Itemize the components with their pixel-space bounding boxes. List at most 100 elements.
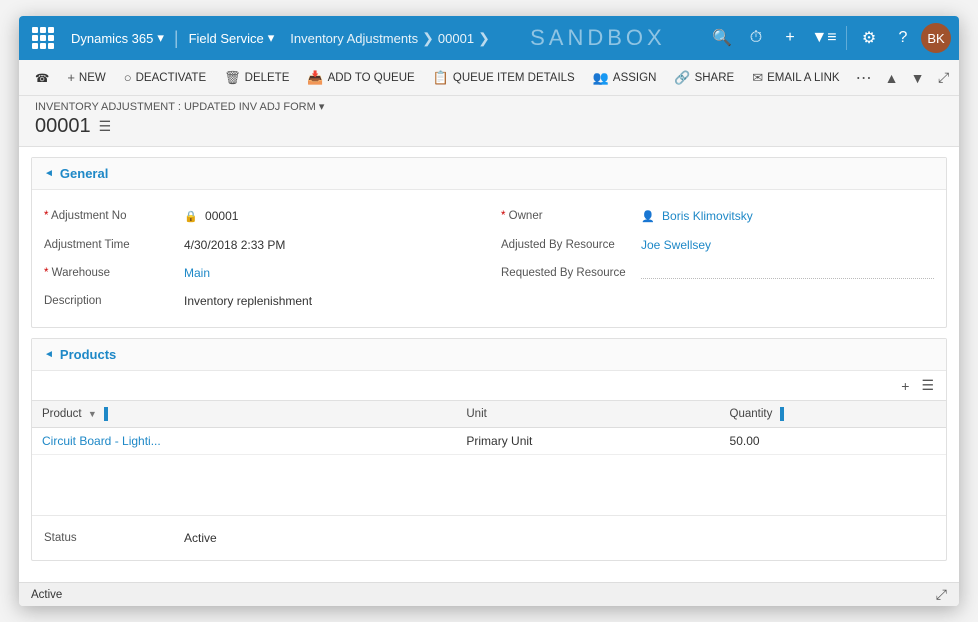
breadcrumb-sep-1: ❯ [422,30,434,47]
nav-down-icon[interactable]: ▼ [906,66,930,90]
requested-by-resource-label: Requested By Resource [501,263,641,283]
general-section-header[interactable]: ◄ General [32,158,946,190]
new-nav-icon[interactable]: + [774,22,806,54]
assign-label: ASSIGN [613,72,656,84]
module-chevron-icon: ▾ [268,30,275,46]
recent-nav-icon[interactable]: ⏱ [740,22,772,54]
new-button[interactable]: + NEW [59,66,113,89]
breadcrumb-area: Inventory Adjustments ❯ 00001 ❯ [290,30,490,47]
module-nav-item[interactable]: Field Service ▾ [181,26,283,50]
settings-nav-icon[interactable]: ⚙ [853,22,885,54]
deactivate-button[interactable]: ○ DEACTIVATE [116,66,214,89]
queue-item-details-icon: 📋 [433,70,449,86]
status-row: Status Active [44,524,934,552]
phone-icon[interactable]: ☎ [27,67,57,89]
bottom-expand-icon[interactable]: ⤢ [936,586,947,603]
new-icon: + [67,70,75,85]
products-grid-view-icon[interactable]: ☰ [917,375,938,396]
product-column-header[interactable]: Product ▼ [32,401,456,428]
status-value: Active [184,528,934,548]
nav-divider-1 [846,26,847,50]
quantity-col-indicator [780,407,784,421]
adjustment-time-row: Adjustment Time 4/30/2018 2:33 PM [44,231,477,259]
warehouse-row: Warehouse Main [44,259,477,287]
breadcrumb-sep-2: ❯ [478,30,490,47]
add-product-icon[interactable]: + [897,376,913,396]
email-icon: ✉ [752,70,763,86]
top-navigation: Dynamics 365 ▾ | Field Service ▾ Invento… [19,16,959,60]
record-menu-icon[interactable]: ☰ [99,118,112,135]
brand-chevron-icon: ▾ [157,30,164,46]
status-section: Status Active [32,515,946,560]
general-collapse-icon[interactable]: ◄ [44,168,54,179]
general-form-grid: Adjustment No 🔒 00001 Adjustment Time 4/… [32,190,946,327]
module-label: Field Service [189,31,264,46]
quantity-column-header[interactable]: Quantity [720,401,946,428]
email-a-link-button[interactable]: ✉ EMAIL A LINK [744,66,847,90]
product-col-indicator [104,407,108,421]
add-to-queue-label: ADD TO QUEUE [328,72,415,84]
status-label: Status [44,528,184,548]
unit-cell: Primary Unit [456,428,719,455]
owner-link[interactable]: Boris Klimovitsky [662,209,753,223]
assign-icon: 👥 [593,70,609,86]
add-to-queue-icon: 📥 [307,70,323,86]
queue-item-details-button[interactable]: 📋 QUEUE ITEM DETAILS [425,66,583,90]
products-section: ◄ Products + ☰ Product ▼ Unit [31,338,947,561]
product-sort-icon: ▼ [88,409,97,419]
nav-up-icon[interactable]: ▲ [880,66,904,90]
breadcrumb-record[interactable]: 00001 [438,31,474,46]
delete-label: DELETE [245,72,290,84]
share-button[interactable]: 🔗 SHARE [666,66,742,90]
owner-row: Owner 👤 Boris Klimovitsky [501,202,934,231]
unit-column-header[interactable]: Unit [456,401,719,428]
help-nav-icon[interactable]: ? [887,22,919,54]
filter-nav-icon[interactable]: ▼≡ [808,22,840,54]
product-cell[interactable]: Circuit Board - Lighti... [32,428,456,455]
products-section-title[interactable]: Products [60,347,116,362]
adjustment-no-row: Adjustment No 🔒 00001 [44,202,477,231]
new-label: NEW [79,72,106,84]
adjusted-by-resource-value[interactable]: Joe Swellsey [641,235,934,255]
breadcrumb-module[interactable]: Inventory Adjustments [290,31,418,46]
adjustment-time-value: 4/30/2018 2:33 PM [184,235,477,255]
expand-icon[interactable]: ⤢ [932,66,956,90]
description-value: Inventory replenishment [184,291,477,311]
share-label: SHARE [695,72,735,84]
general-right-col: Owner 👤 Boris Klimovitsky Adjusted By Re… [489,198,946,319]
record-breadcrumb: INVENTORY ADJUSTMENT : UPDATED INV ADJ F… [35,100,943,113]
adjustment-time-label: Adjustment Time [44,235,184,255]
nav-icons-group: 🔍 ⏱ + ▼≡ ⚙ ? BK [706,22,951,54]
add-to-queue-button[interactable]: 📥 ADD TO QUEUE [299,66,422,90]
record-id: 00001 [35,115,91,138]
brand-nav-item[interactable]: Dynamics 365 ▾ [63,26,172,50]
quantity-cell: 50.00 [720,428,946,455]
adjusted-by-resource-row: Adjusted By Resource Joe Swellsey [501,231,934,259]
assign-button[interactable]: 👥 ASSIGN [585,66,665,90]
table-row: Circuit Board - Lighti... Primary Unit 5… [32,428,946,455]
deactivate-label: DEACTIVATE [136,72,207,84]
bottom-status-text: Active [31,589,62,601]
warehouse-value[interactable]: Main [184,263,477,283]
toolbar-right: ▲ ▼ ⤢ ✕ [880,66,959,90]
search-nav-icon[interactable]: 🔍 [706,22,738,54]
more-actions-icon[interactable]: ⋯ [850,64,878,92]
adjusted-by-resource-label: Adjusted By Resource [501,235,641,255]
close-icon[interactable]: ✕ [958,66,959,90]
delete-icon: 🗑 [224,70,241,86]
products-empty-space [32,455,946,515]
general-section-title[interactable]: General [60,166,108,181]
products-collapse-icon[interactable]: ◄ [44,349,54,360]
record-id-row: 00001 ☰ [35,115,943,138]
general-section: ◄ General Adjustment No 🔒 00001 Adjustme… [31,157,947,328]
products-section-header[interactable]: ◄ Products [32,339,946,371]
delete-button[interactable]: 🗑 DELETE [216,66,297,90]
breadcrumb-dropdown-icon[interactable]: ▾ [319,101,325,113]
adjustment-no-label: Adjustment No [44,206,184,226]
email-a-link-label: EMAIL A LINK [767,72,839,84]
lock-icon: 🔒 [184,211,198,223]
owner-label: Owner [501,206,641,226]
record-toolbar: ☎ + NEW ○ DEACTIVATE 🗑 DELETE 📥 ADD TO Q… [19,60,959,96]
user-avatar[interactable]: BK [921,23,951,53]
waffle-menu-icon[interactable] [27,22,59,54]
